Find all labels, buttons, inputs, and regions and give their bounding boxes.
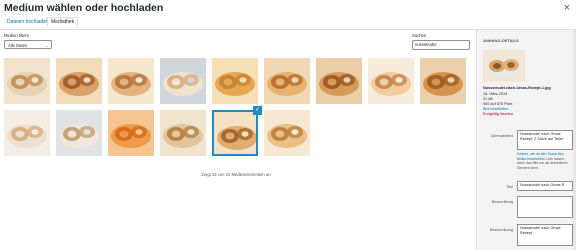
- media-thumbnail[interactable]: [108, 110, 154, 156]
- thumbnail-image: [420, 58, 466, 104]
- thumbnail-image: [4, 58, 50, 104]
- tab-library[interactable]: Mediathek: [47, 17, 79, 27]
- thumbnail-image: [56, 110, 102, 156]
- media-thumbnail[interactable]: [160, 58, 206, 104]
- thumbnail-image: [368, 58, 414, 104]
- media-thumbnail[interactable]: [264, 110, 310, 156]
- media-thumbnail[interactable]: [108, 58, 154, 104]
- media-thumbnail[interactable]: [316, 58, 362, 104]
- modal-title: Medium wählen oder hochladen: [4, 2, 164, 14]
- tab-upload[interactable]: Dateien hochladen: [4, 18, 52, 26]
- thumbnail-image: [264, 110, 310, 156]
- details-heading: ANHANG-DETAILS: [483, 38, 519, 43]
- media-thumbnail[interactable]: [264, 58, 310, 104]
- search-input[interactable]: nussstrudel: [412, 40, 470, 50]
- thumbnail-image: [4, 110, 50, 156]
- date-filter-select[interactable]: Alle Daten ⌄: [4, 40, 52, 49]
- thumbnail-image: [160, 110, 206, 156]
- media-count: Zeigt 15 von 15 Medienelementen an: [201, 172, 271, 177]
- thumbnail-image: [264, 58, 310, 104]
- filter-label: Medien filtern: [4, 33, 30, 38]
- alt-text-label: Alternativtext: [491, 134, 513, 138]
- close-icon[interactable]: ×: [564, 2, 570, 14]
- thumbnail-image: [160, 58, 206, 104]
- tab-bar: Dateien hochladen Mediathek: [0, 16, 576, 30]
- alt-text-help: Erfahre, wie du den Zweck des Bildes bes…: [517, 152, 573, 170]
- details-size: 31 kB: [483, 97, 493, 101]
- attachment-details: ANHANG-DETAILS Nussstrudel-nach-Omas-Rez…: [476, 30, 576, 250]
- description-field[interactable]: Nussstrudel nach Omas Rezept: [517, 224, 573, 246]
- details-date: 16. März 2019: [483, 92, 508, 96]
- media-thumbnail[interactable]: [420, 58, 466, 104]
- description-label: Beschreibung: [489, 228, 513, 232]
- delete-permanently-link[interactable]: Endgültig löschen: [483, 112, 513, 116]
- alt-text-field[interactable]: Nussstrudel nach Omas Rezept: 2 Stück au…: [517, 130, 573, 150]
- thumbnail-image: [108, 110, 154, 156]
- media-thumbnail[interactable]: [212, 110, 258, 156]
- media-thumbnail[interactable]: [4, 110, 50, 156]
- media-thumbnail[interactable]: [212, 58, 258, 104]
- checkmark-icon[interactable]: ✓: [253, 106, 262, 115]
- media-thumbnail[interactable]: [56, 110, 102, 156]
- date-filter-value: Alle Daten: [8, 43, 28, 48]
- title-field[interactable]: Nussstrudel nach Omas R: [517, 181, 573, 191]
- thumbnail-image: [108, 58, 154, 104]
- media-thumbnail[interactable]: [368, 58, 414, 104]
- media-thumbnail[interactable]: [160, 110, 206, 156]
- thumbnail-image: [316, 58, 362, 104]
- title-label: Titel: [505, 185, 513, 189]
- thumbnail-image: [56, 58, 102, 104]
- preview-image: [483, 50, 525, 82]
- thumbnail-image: [214, 112, 256, 154]
- chevron-down-icon: ⌄: [45, 43, 49, 48]
- caption-label: Beschriftung: [491, 200, 513, 204]
- thumbnail-image: [212, 58, 258, 104]
- media-thumbnail[interactable]: [56, 58, 102, 104]
- search-label: Suchen: [412, 33, 427, 38]
- details-preview: [483, 50, 525, 82]
- media-thumbnail[interactable]: [4, 58, 50, 104]
- details-dimensions: 900 auf 575 Pixel: [483, 102, 513, 106]
- details-filename: Nussstrudel-nach-Omas-Rezept-1.jpg: [483, 86, 551, 90]
- edit-image-link[interactable]: Bild bearbeiten: [483, 107, 508, 111]
- caption-field[interactable]: [517, 196, 573, 218]
